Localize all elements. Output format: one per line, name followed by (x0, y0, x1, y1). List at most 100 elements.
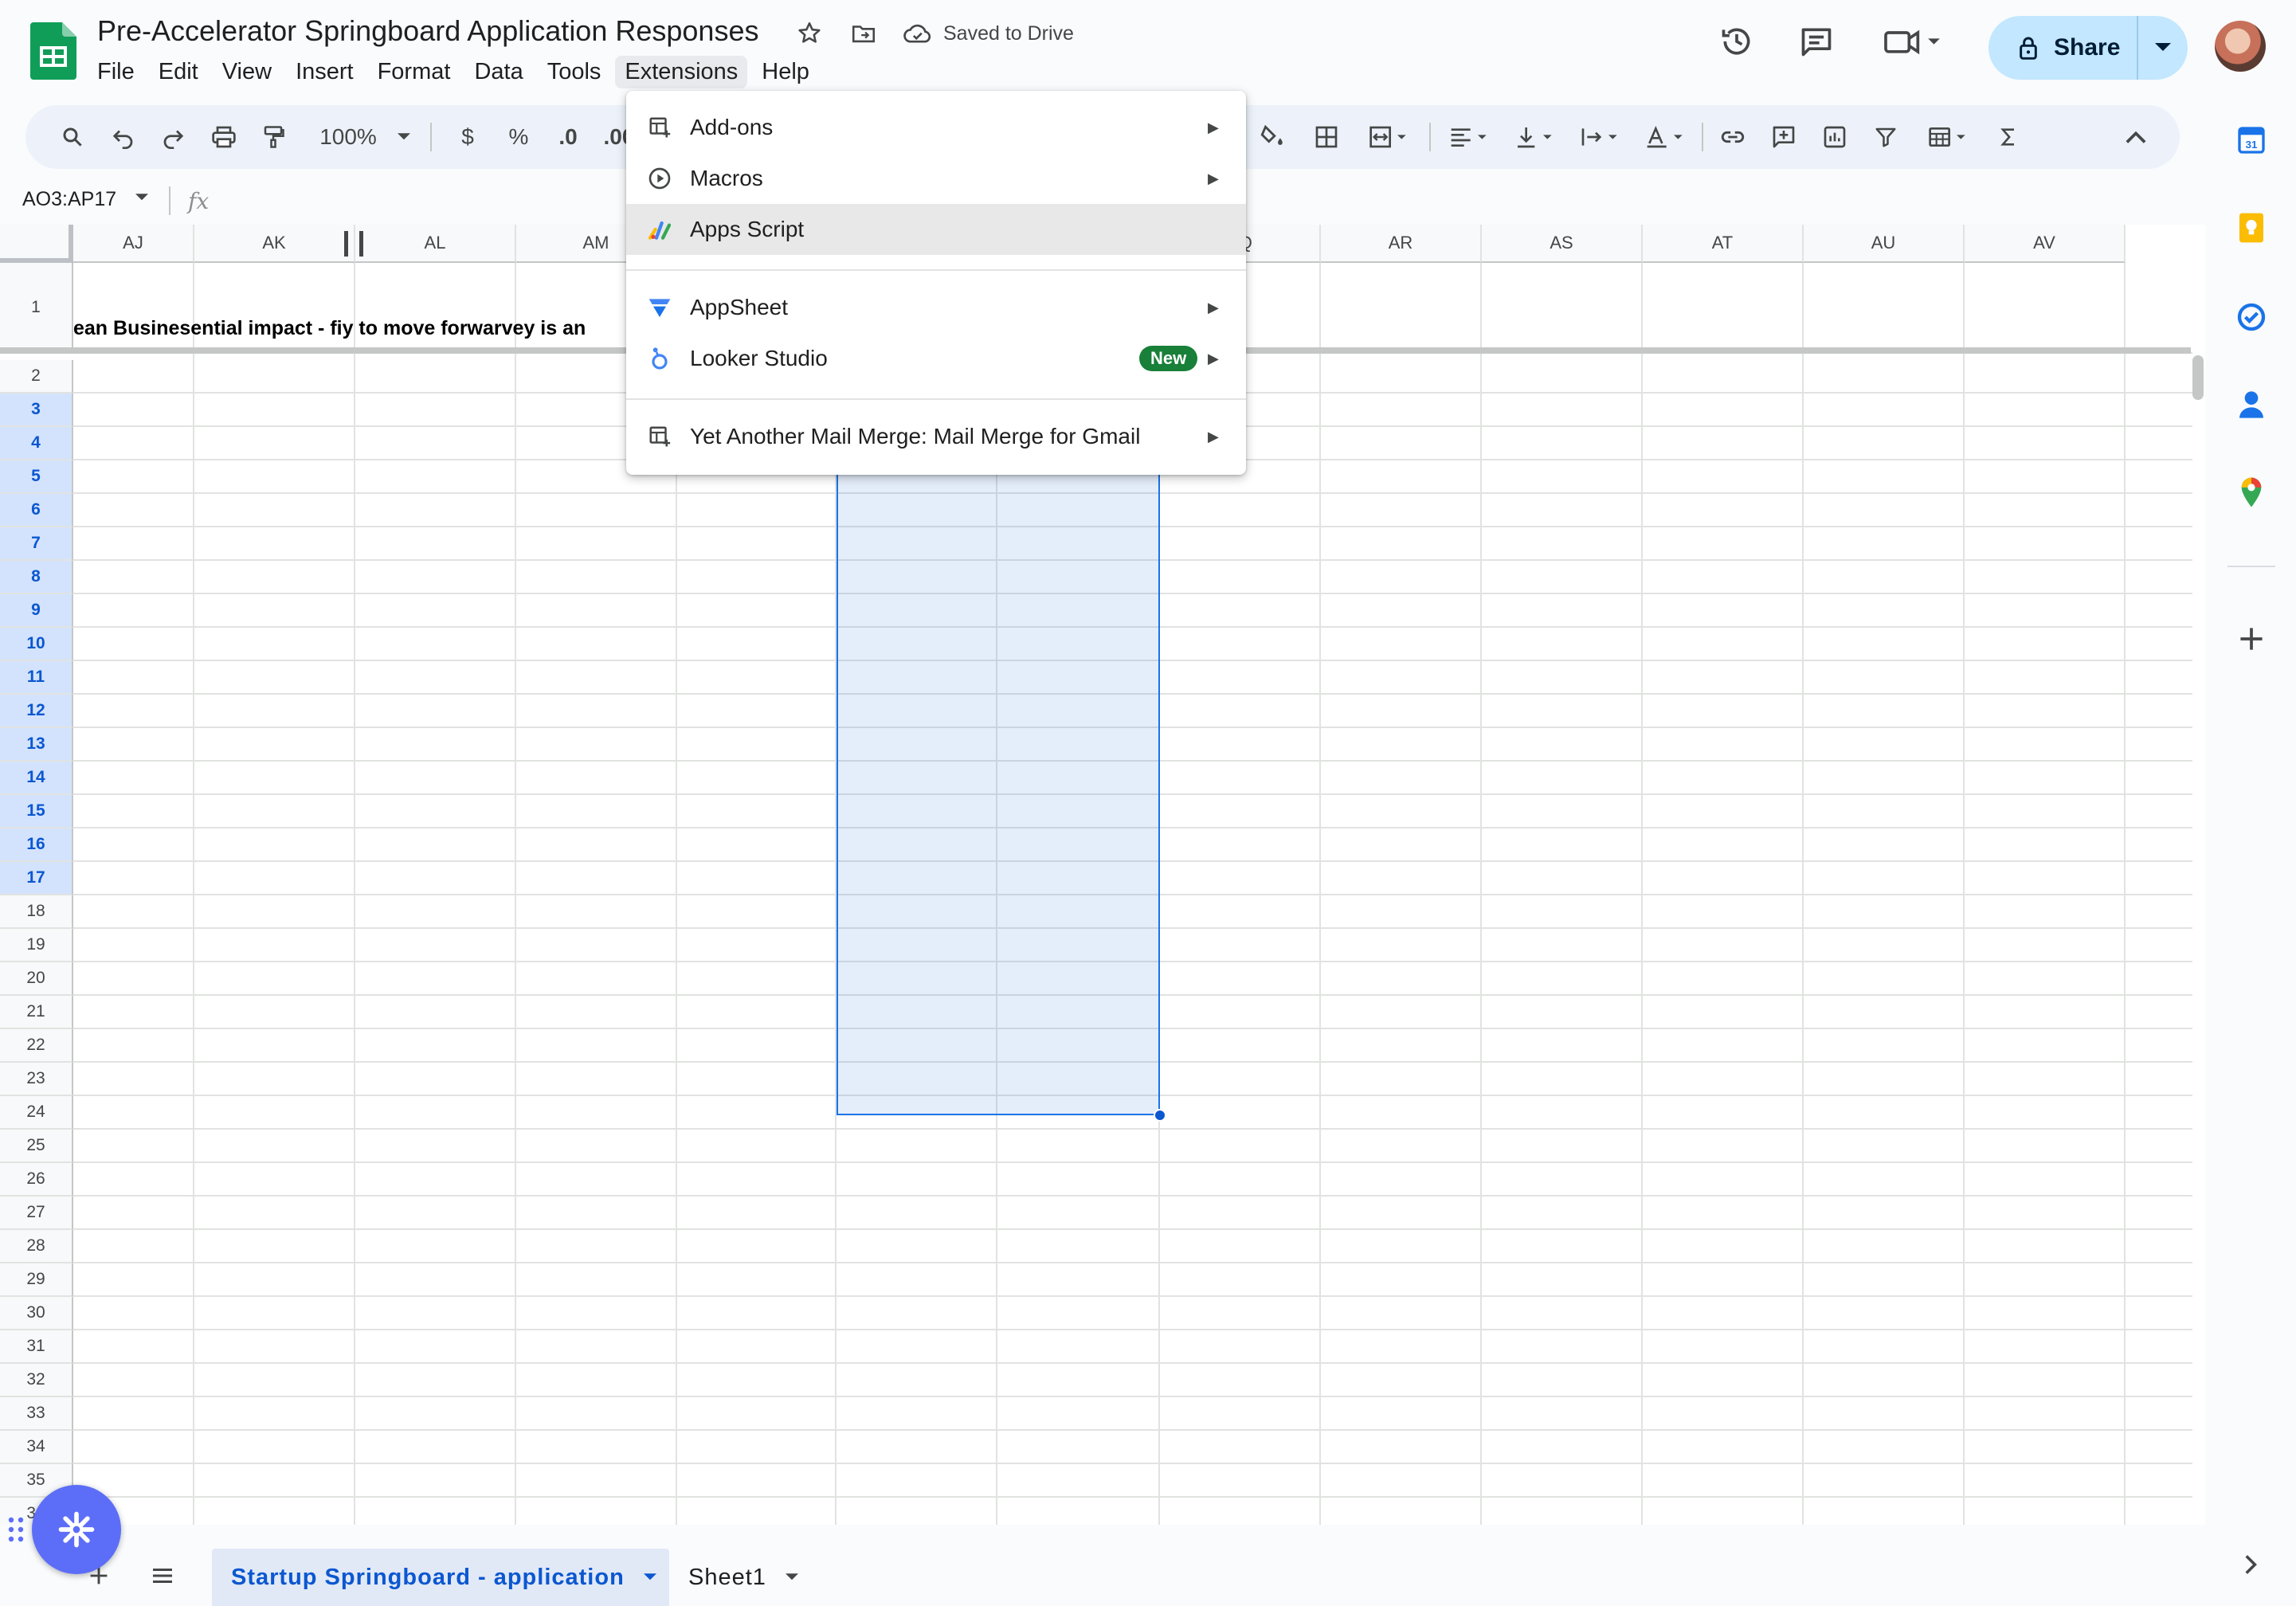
column-header-au[interactable]: AU (1804, 225, 1965, 263)
row-header-1[interactable]: 1 (0, 263, 73, 354)
maps-icon[interactable] (2232, 473, 2271, 511)
row-header-20[interactable]: 20 (0, 962, 73, 996)
merge-cells-icon[interactable] (1356, 105, 1420, 169)
sheet-tab-sheet1[interactable]: Sheet1 (688, 1549, 798, 1606)
menu-item-add-ons[interactable]: Add-ons ▶ (626, 102, 1246, 153)
move-to-folder-icon[interactable] (848, 18, 880, 49)
row-header-14[interactable]: 14 (0, 762, 73, 795)
row-header-32[interactable]: 32 (0, 1364, 73, 1397)
contacts-icon[interactable] (2232, 386, 2271, 424)
currency-format-button[interactable]: $ (448, 105, 488, 169)
filter-views-icon[interactable] (1915, 105, 1979, 169)
share-button[interactable]: Share (1988, 16, 2188, 80)
menu-edit[interactable]: Edit (149, 56, 208, 88)
row-header-29[interactable]: 29 (0, 1263, 73, 1297)
menu-format[interactable]: Format (368, 56, 460, 88)
column-header-ak[interactable]: AK (194, 225, 355, 263)
row-header-13[interactable]: 13 (0, 728, 73, 762)
row-header-2[interactable]: 2 (0, 360, 73, 394)
row-header-15[interactable]: 15 (0, 795, 73, 828)
column-header-al[interactable]: AL (355, 225, 516, 263)
document-title[interactable]: Pre-Accelerator Springboard Application … (97, 14, 758, 48)
row-header-25[interactable]: 25 (0, 1130, 73, 1163)
menu-item-yamm[interactable]: Yet Another Mail Merge: Mail Merge for G… (626, 411, 1246, 462)
redo-icon[interactable] (153, 105, 193, 169)
row-header-23[interactable]: 23 (0, 1063, 73, 1096)
menu-data[interactable]: Data (464, 56, 532, 88)
row-header-16[interactable]: 16 (0, 828, 73, 862)
select-all-corner[interactable] (0, 225, 73, 263)
row-header-7[interactable]: 7 (0, 527, 73, 561)
column-resize-handle[interactable] (344, 231, 363, 257)
undo-icon[interactable] (104, 105, 143, 169)
insert-comment-icon[interactable] (1764, 105, 1804, 169)
insert-link-icon[interactable] (1713, 105, 1753, 169)
row-header-27[interactable]: 27 (0, 1197, 73, 1230)
row-header-34[interactable]: 34 (0, 1431, 73, 1464)
column-header-as[interactable]: AS (1482, 225, 1643, 263)
all-sheets-menu-icon[interactable] (147, 1560, 178, 1592)
name-box[interactable]: AO3:AP17 (22, 188, 116, 211)
row-header-8[interactable]: 8 (0, 561, 73, 594)
menu-help[interactable]: Help (752, 56, 819, 88)
row-header-5[interactable]: 5 (0, 460, 73, 494)
menu-item-apps-script[interactable]: Apps Script (626, 204, 1246, 255)
print-icon[interactable] (204, 105, 244, 169)
calendar-icon[interactable]: 31 (2232, 121, 2271, 159)
column-header-aj[interactable]: AJ (73, 225, 194, 263)
selected-range[interactable] (837, 384, 1160, 1115)
sheets-logo-icon[interactable] (30, 22, 76, 80)
version-history-icon[interactable] (1713, 18, 1761, 65)
row-header-17[interactable]: 17 (0, 862, 73, 895)
row-header-18[interactable]: 18 (0, 895, 73, 929)
menu-item-macros[interactable]: Macros ▶ (626, 153, 1246, 204)
drag-handle-icon[interactable] (6, 1515, 25, 1548)
row-header-24[interactable]: 24 (0, 1096, 73, 1130)
percent-format-button[interactable]: % (499, 105, 539, 169)
row-header-19[interactable]: 19 (0, 929, 73, 962)
row-header-10[interactable]: 10 (0, 628, 73, 661)
row-header-6[interactable]: 6 (0, 494, 73, 527)
horizontal-align-icon[interactable] (1440, 105, 1496, 169)
menu-item-appsheet[interactable]: AppSheet ▶ (626, 282, 1246, 333)
row-header-33[interactable]: 33 (0, 1397, 73, 1431)
menu-view[interactable]: View (213, 56, 281, 88)
menu-insert[interactable]: Insert (286, 56, 363, 88)
assistant-fab-button[interactable] (32, 1485, 121, 1574)
zoom-select[interactable]: 100% (309, 105, 421, 169)
menu-item-looker-studio[interactable]: Looker Studio New ▶ (626, 333, 1246, 384)
row-header-3[interactable]: 3 (0, 394, 73, 427)
tasks-icon[interactable] (2232, 298, 2271, 336)
menu-tools[interactable]: Tools (538, 56, 611, 88)
row-header-22[interactable]: 22 (0, 1029, 73, 1063)
fill-handle[interactable] (1154, 1109, 1166, 1122)
column-header-ar[interactable]: AR (1321, 225, 1482, 263)
row-header-30[interactable]: 30 (0, 1297, 73, 1330)
fill-color-icon[interactable] (1252, 105, 1292, 169)
row-header-11[interactable]: 11 (0, 661, 73, 695)
row-header-28[interactable]: 28 (0, 1230, 73, 1263)
text-wrap-icon[interactable] (1571, 105, 1627, 169)
row-header-31[interactable]: 31 (0, 1330, 73, 1364)
paint-format-icon[interactable] (253, 105, 293, 169)
filter-icon[interactable] (1866, 105, 1906, 169)
functions-sigma-icon[interactable] (1988, 105, 2028, 169)
decrease-decimal-button[interactable]: .0 (548, 105, 588, 169)
share-options-dropdown[interactable] (2137, 16, 2188, 80)
sheet-tab-startup-springboard[interactable]: Startup Springboard - application (212, 1549, 669, 1606)
cloud-saved-icon[interactable] (902, 18, 934, 49)
row-header-9[interactable]: 9 (0, 594, 73, 628)
comments-icon[interactable] (1793, 18, 1840, 65)
search-menus-icon[interactable] (53, 105, 92, 169)
keep-icon[interactable] (2232, 209, 2271, 247)
vertical-align-icon[interactable] (1506, 105, 1561, 169)
star-icon[interactable] (793, 18, 825, 49)
show-side-panel-chevron-icon[interactable] (2232, 1545, 2271, 1584)
get-add-ons-plus-icon[interactable] (2232, 620, 2271, 658)
chevron-down-icon[interactable] (135, 191, 148, 206)
insert-chart-icon[interactable] (1815, 105, 1855, 169)
column-header-at[interactable]: AT (1643, 225, 1804, 263)
vertical-scrollbar[interactable] (2192, 355, 2204, 400)
row-header-21[interactable]: 21 (0, 996, 73, 1029)
borders-icon[interactable] (1307, 105, 1346, 169)
